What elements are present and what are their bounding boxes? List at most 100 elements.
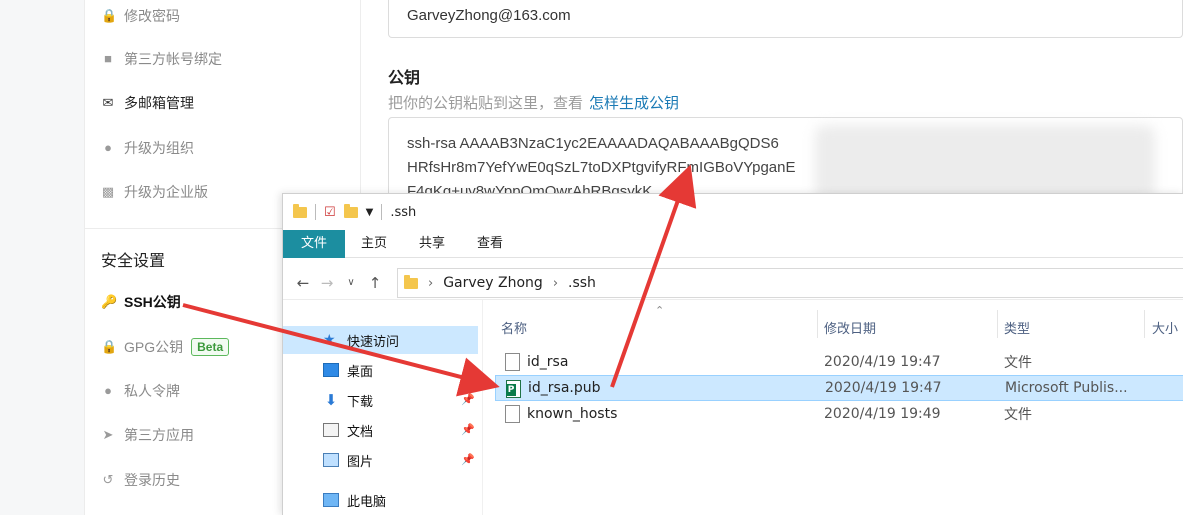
file-date: 2020/4/19 19:49	[824, 406, 941, 422]
column-divider	[817, 310, 818, 338]
pubkey-hint-text: 把你的公钥粘贴到这里，查看	[388, 95, 584, 112]
sidebar-item-label: SSH公钥	[124, 294, 181, 310]
divider	[315, 204, 316, 220]
column-divider	[997, 310, 998, 338]
up-arrow-icon[interactable]: ↑	[363, 274, 387, 292]
sort-up-icon: ⌃	[655, 304, 665, 317]
pin-icon[interactable]: 📌	[461, 393, 475, 406]
sidebar-item-change-password[interactable]: 🔒 修改密码	[101, 4, 180, 28]
address-bar[interactable]: › Garvey Zhong › .ssh	[397, 268, 1183, 298]
nav-desktop[interactable]: 桌面 📌	[283, 356, 478, 384]
file-type: 文件	[1004, 407, 1032, 423]
sidebar-item-gpg-key[interactable]: 🔒 GPG公钥 Beta	[101, 335, 230, 359]
nav-this-pc[interactable]: 此电脑	[283, 486, 478, 514]
lock-icon: 🔒	[101, 8, 118, 23]
sidebar-item-login-history[interactable]: ↺ 登录历史	[101, 468, 180, 492]
outer-left-gutter	[0, 0, 85, 515]
chevron-right-icon: ›	[428, 275, 434, 291]
nav-quick-access[interactable]: ★ 快速访问	[283, 326, 478, 354]
file-name: known_hosts	[527, 406, 618, 422]
nav-label: 文档	[347, 424, 374, 440]
sidebar-item-private-token[interactable]: ● 私人令牌	[101, 379, 180, 403]
sidebar-item-label: 私人令牌	[124, 383, 180, 399]
rocket-icon: ➤	[102, 427, 114, 442]
tab-view[interactable]: 查看	[461, 230, 519, 258]
computer-icon	[323, 493, 339, 507]
pubkey-title: 公钥	[388, 70, 421, 87]
quick-access-toolbar: ☑ ▼ .ssh	[283, 194, 1183, 230]
properties-icon[interactable]: ☑	[324, 205, 336, 220]
beta-badge: Beta	[191, 338, 230, 356]
sidebar-item-multi-email[interactable]: ✉ 多邮箱管理	[101, 91, 194, 115]
column-divider	[1144, 310, 1145, 338]
sidebar-item-third-party-binding[interactable]: ■ 第三方帐号绑定	[101, 47, 222, 71]
sidebar-item-label: 第三方帐号绑定	[124, 51, 222, 67]
column-name[interactable]: 名称	[501, 318, 527, 337]
nav-label: 此电脑	[347, 494, 387, 510]
nav-label: 图片	[347, 454, 374, 470]
new-folder-icon[interactable]	[343, 203, 358, 218]
sidebar-item-ssh-key[interactable]: 🔑 SSH公钥	[101, 290, 181, 314]
file-date: 2020/4/19 19:47	[825, 380, 942, 396]
file-row-id-rsa-pub[interactable]: id_rsa.pub 2020/4/19 19:47 Microsoft Pub…	[495, 375, 1183, 401]
sidebar-item-label: 第三方应用	[124, 427, 194, 443]
nav-documents[interactable]: 文档 📌	[283, 416, 478, 444]
history-icon: ↺	[102, 472, 114, 487]
pin-icon[interactable]: 📌	[461, 453, 475, 466]
column-size[interactable]: 大小	[1152, 318, 1178, 337]
file-name: id_rsa.pub	[528, 380, 601, 396]
chevron-down-icon[interactable]: ∨	[339, 277, 363, 288]
email-field[interactable]: GarveyZhong@163.com	[388, 0, 1183, 38]
sidebar-item-label: 升级为组织	[124, 140, 194, 156]
back-arrow-icon[interactable]: ←	[291, 274, 315, 292]
lock-icon: 🔒	[101, 339, 118, 354]
redaction-blur	[815, 125, 1155, 200]
tab-share[interactable]: 共享	[403, 230, 461, 258]
user-icon: ■	[104, 51, 112, 66]
nav-label: 快速访问	[347, 334, 400, 350]
chevron-down-icon[interactable]: ▼	[366, 207, 374, 218]
pin-icon[interactable]: 📌	[461, 423, 475, 436]
download-icon: ⬇	[324, 391, 338, 409]
file-icon	[505, 353, 520, 371]
column-type[interactable]: 类型	[1004, 318, 1030, 337]
file-row-known-hosts[interactable]: known_hosts 2020/4/19 19:49 文件	[495, 401, 1183, 427]
nav-downloads[interactable]: ⬇ 下载 📌	[283, 386, 478, 414]
picture-icon	[323, 453, 339, 467]
breadcrumb-ssh[interactable]: .ssh	[568, 275, 596, 291]
sidebar-item-label: 多邮箱管理	[124, 95, 194, 111]
desktop-icon	[323, 363, 339, 377]
users-icon: ●	[104, 140, 112, 155]
navigation-pane: ★ 快速访问 桌面 📌 ⬇ 下载 📌 文档 📌 图片 📌 此电脑	[283, 300, 483, 515]
folder-icon	[404, 274, 418, 289]
window-title: .ssh	[390, 204, 417, 220]
file-date: 2020/4/19 19:47	[824, 354, 941, 370]
sidebar-item-upgrade-enterprise[interactable]: ▩ 升级为企业版	[101, 180, 208, 204]
pubkey-hint: 把你的公钥粘贴到这里，查看 怎样生成公钥	[388, 92, 679, 113]
breadcrumb-user[interactable]: Garvey Zhong	[443, 275, 543, 291]
pin-icon[interactable]: 📌	[461, 363, 475, 376]
security-settings-title: 安全设置	[101, 253, 166, 270]
key-icon: 🔑	[101, 294, 118, 309]
column-date[interactable]: 修改日期	[824, 318, 876, 337]
tab-file[interactable]: 文件	[283, 229, 346, 258]
building-icon: ▩	[101, 184, 115, 199]
ribbon-tabs: 文件 主页 共享 查看	[283, 229, 1183, 258]
divider	[381, 204, 383, 220]
envelope-icon: ✉	[102, 95, 114, 110]
sidebar-item-label: 升级为企业版	[124, 184, 208, 200]
forward-arrow-icon[interactable]: →	[315, 274, 339, 292]
file-type: Microsoft Publis...	[1005, 380, 1128, 396]
file-icon	[505, 405, 520, 423]
nav-pictures[interactable]: 图片 📌	[283, 446, 478, 474]
people-icon: ●	[104, 383, 112, 398]
how-to-generate-key-link[interactable]: 怎样生成公钥	[589, 95, 679, 112]
tab-home[interactable]: 主页	[345, 230, 403, 258]
nav-label: 下载	[347, 394, 374, 410]
sidebar-item-label: GPG公钥	[124, 339, 184, 355]
chevron-right-icon: ›	[552, 275, 559, 291]
file-row-id-rsa[interactable]: id_rsa 2020/4/19 19:47 文件	[495, 349, 1183, 375]
sidebar-item-upgrade-org[interactable]: ● 升级为组织	[101, 136, 194, 160]
folder-icon	[293, 203, 307, 218]
sidebar-item-third-party-apps[interactable]: ➤ 第三方应用	[101, 423, 194, 447]
